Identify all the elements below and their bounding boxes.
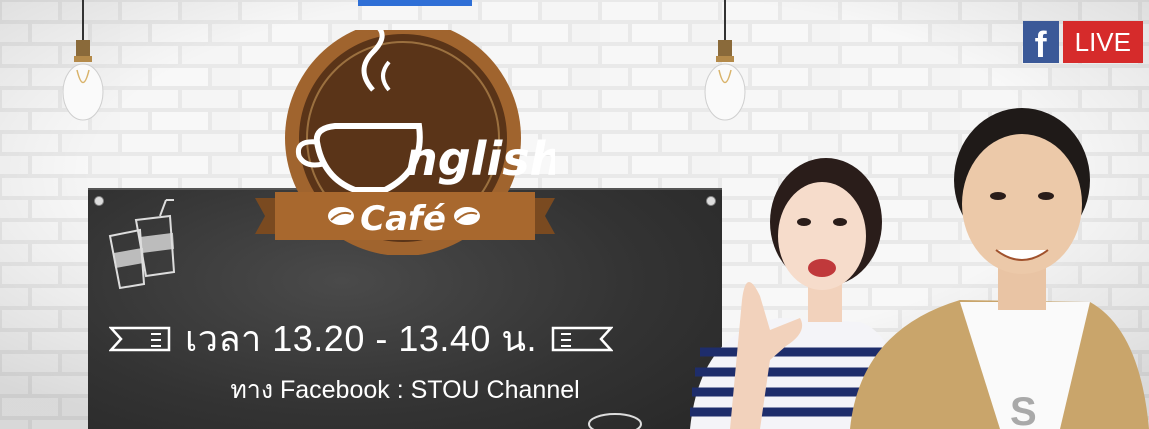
coffee-cup-doodle-icon (588, 413, 642, 429)
top-accent-strip (358, 0, 472, 6)
light-bulb-icon (704, 0, 746, 121)
facebook-icon: f (1022, 21, 1059, 63)
light-bulb-icon (62, 0, 104, 121)
logo-cafe-text: Café (360, 199, 446, 239)
ribbon-left-icon (108, 326, 171, 351)
ribbon-right-icon (551, 326, 614, 351)
english-cafe-logo: nglish Café (255, 30, 555, 255)
takeaway-cups-icon (108, 199, 176, 290)
logo-english-text: nglish (405, 132, 555, 186)
facebook-live-badge: f LIVE (1022, 21, 1143, 63)
live-label: LIVE (1062, 21, 1143, 63)
live-banner: nglish Café เวลา 13.20 - 13.40 น. ทาง Fa… (0, 0, 1149, 429)
coffee-bean-icon (454, 207, 480, 225)
channel-info: ทาง Facebook : STOU Channel (230, 376, 580, 404)
screw (706, 196, 716, 206)
time-row: เวลา 13.20 - 13.40 น. (0, 310, 722, 367)
broadcast-time: เวลา 13.20 - 13.40 น. (184, 318, 538, 359)
coffee-bean-icon (328, 207, 354, 225)
